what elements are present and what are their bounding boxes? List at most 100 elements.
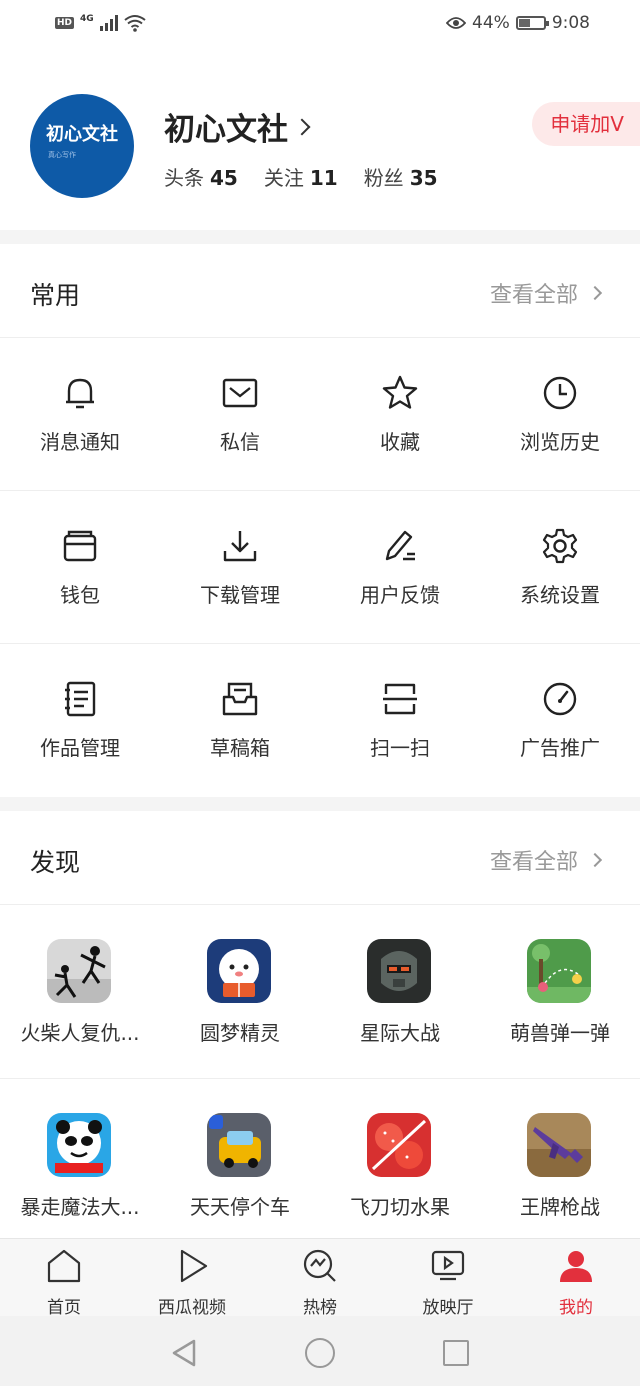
home-circle-icon[interactable] xyxy=(305,1338,335,1368)
menu-item-wallet[interactable]: 钱包 xyxy=(0,491,160,643)
robot-game-icon xyxy=(367,939,431,1003)
stat-value: 11 xyxy=(309,166,338,190)
download-icon xyxy=(223,531,257,562)
stickman-game-icon xyxy=(47,939,111,1003)
menu-item-scan[interactable]: 扫一扫 xyxy=(320,644,480,797)
star-icon xyxy=(382,375,418,409)
app-label: 星际大战 xyxy=(360,1021,440,1045)
panda-meme-game-icon xyxy=(47,1113,111,1177)
avatar[interactable]: 初心文社 真心写作 xyxy=(30,94,134,198)
discover-section-header: 发现 查看全部 xyxy=(0,811,640,905)
see-all-label: 查看全部 xyxy=(489,850,578,875)
nav-screening-hall[interactable]: 放映厅 xyxy=(384,1239,512,1318)
profile-name: 初心文社 xyxy=(164,112,288,148)
network-type: 4G xyxy=(80,14,94,24)
menu-item-downloads[interactable]: 下载管理 xyxy=(160,491,320,643)
menu-item-favorites[interactable]: 收藏 xyxy=(320,338,480,490)
mail-icon xyxy=(222,378,258,408)
menu-item-works[interactable]: 作品管理 xyxy=(0,644,160,797)
chevron-right-icon xyxy=(587,852,603,868)
stat-following[interactable]: 关注 11 xyxy=(264,162,338,191)
notebook-icon xyxy=(65,681,96,717)
menu-item-label: 广告推广 xyxy=(520,736,600,760)
menu-item-history[interactable]: 浏览历史 xyxy=(480,338,640,490)
nav-label: 西瓜视频 xyxy=(158,1298,226,1318)
scan-icon xyxy=(383,683,417,715)
app-label: 圆梦精灵 xyxy=(200,1021,280,1045)
menu-item-notifications[interactable]: 消息通知 xyxy=(0,338,160,490)
app-item[interactable]: 萌兽弹一弹 xyxy=(480,905,640,1078)
menu-item-ads[interactable]: 广告推广 xyxy=(480,644,640,797)
nav-trending[interactable]: 热榜 xyxy=(256,1239,384,1318)
stat-value: 45 xyxy=(210,166,238,190)
back-icon[interactable] xyxy=(170,1338,198,1368)
menu-item-label: 私信 xyxy=(220,430,260,454)
nav-home[interactable]: 首页 xyxy=(0,1239,128,1318)
eye-icon xyxy=(446,17,467,29)
recent-apps-icon[interactable] xyxy=(443,1340,469,1366)
common-row-1: 消息通知 私信 收藏 浏览历史 xyxy=(0,338,640,491)
chevron-right-icon xyxy=(587,285,603,301)
wifi-icon xyxy=(124,15,146,32)
parking-game-icon xyxy=(207,1113,271,1177)
app-item[interactable]: 天天停个车 xyxy=(160,1079,320,1253)
stat-headlines[interactable]: 头条 45 xyxy=(164,162,238,191)
discover-see-all-button[interactable]: 查看全部 xyxy=(489,844,603,876)
person-icon xyxy=(560,1251,592,1282)
screen-icon xyxy=(431,1250,465,1281)
app-item[interactable]: 飞刀切水果 xyxy=(320,1079,480,1253)
gun-game-icon xyxy=(527,1113,591,1177)
gauge-icon xyxy=(543,682,577,716)
profile-header: 初心文社 真心写作 初心文社 头条 45 关注 11 粉丝 35 申请加V xyxy=(0,50,640,230)
app-item[interactable]: 王牌枪战 xyxy=(480,1079,640,1253)
stat-label: 粉丝 xyxy=(363,166,404,190)
nav-label: 放映厅 xyxy=(422,1298,474,1318)
menu-item-label: 系统设置 xyxy=(520,583,600,607)
hd-badge: HD xyxy=(55,17,75,29)
stat-followers[interactable]: 粉丝 35 xyxy=(364,162,438,191)
bell-icon xyxy=(66,378,94,409)
app-item[interactable]: 火柴人复仇... xyxy=(0,905,160,1078)
avatar-text: 初心文社 xyxy=(46,124,118,145)
menu-item-label: 作品管理 xyxy=(40,736,120,760)
gear-icon xyxy=(542,528,578,564)
app-item[interactable]: 星际大战 xyxy=(320,905,480,1078)
drafts-icon xyxy=(222,682,258,716)
play-icon xyxy=(180,1249,208,1283)
app-label: 萌兽弹一弹 xyxy=(510,1021,610,1045)
app-item[interactable]: 圆梦精灵 xyxy=(160,905,320,1078)
app-label: 飞刀切水果 xyxy=(350,1195,450,1219)
menu-item-label: 草稿箱 xyxy=(210,736,270,760)
common-section-title: 常用 xyxy=(30,281,81,310)
menu-item-settings[interactable]: 系统设置 xyxy=(480,491,640,643)
nav-mine[interactable]: 我的 xyxy=(512,1239,640,1318)
stat-label: 头条 xyxy=(164,166,204,190)
app-item[interactable]: 暴走魔法大... xyxy=(0,1079,160,1253)
battery-percent: 44% xyxy=(472,13,510,33)
trending-icon xyxy=(303,1249,336,1282)
status-bar: HD 4G 44% 9:08 xyxy=(0,0,640,50)
apply-v-button[interactable]: 申请加V xyxy=(532,102,640,146)
nav-label: 热榜 xyxy=(303,1298,337,1318)
menu-item-messages[interactable]: 私信 xyxy=(160,338,320,490)
menu-item-label: 钱包 xyxy=(60,583,100,607)
nav-label: 我的 xyxy=(559,1298,593,1318)
wallet-icon xyxy=(63,530,97,562)
menu-item-feedback[interactable]: 用户反馈 xyxy=(320,491,480,643)
app-label: 暴走魔法大... xyxy=(20,1195,140,1219)
battery-icon xyxy=(515,16,549,30)
menu-item-drafts[interactable]: 草稿箱 xyxy=(160,644,320,797)
common-see-all-button[interactable]: 查看全部 xyxy=(490,277,603,309)
chevron-right-icon xyxy=(293,118,311,135)
home-icon xyxy=(47,1249,81,1283)
nav-xigua-video[interactable]: 西瓜视频 xyxy=(128,1239,256,1318)
clock-icon xyxy=(543,376,577,410)
section-divider xyxy=(0,230,640,244)
discover-row-1: 火柴人复仇... 圆梦精灵 星际大战 萌兽弹一弹 xyxy=(0,905,640,1079)
avatar-subtext: 真心写作 xyxy=(48,151,76,159)
profile-name-link[interactable]: 初心文社 xyxy=(164,104,311,149)
discover-row-2: 暴走魔法大... 天天停个车 飞刀切水果 王牌枪战 xyxy=(0,1079,640,1253)
common-row-3: 作品管理 草稿箱 扫一扫 广告推广 xyxy=(0,644,640,797)
menu-item-label: 用户反馈 xyxy=(360,583,440,607)
sheep-game-icon xyxy=(207,939,271,1003)
